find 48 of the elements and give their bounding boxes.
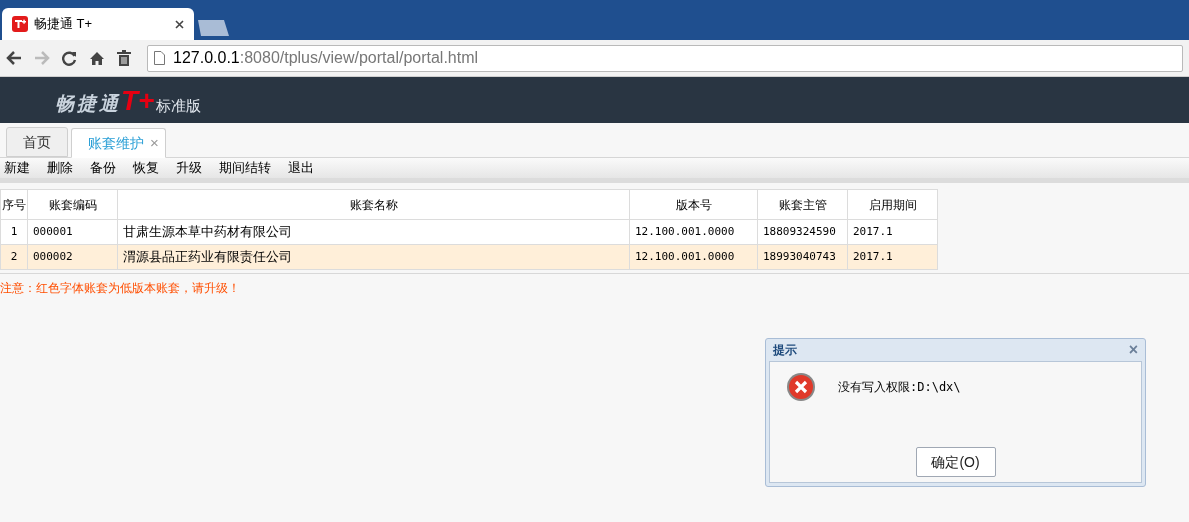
table-cell: 渭源县品正药业有限责任公司	[117, 244, 630, 270]
table-cell: 000002	[27, 244, 118, 270]
toolbar-button[interactable]: 升级	[176, 158, 202, 178]
browser-tab[interactable]: 畅捷通 T+	[2, 8, 194, 40]
table-cell: 2017.1	[847, 244, 938, 270]
app-logo-icon	[12, 16, 28, 32]
home-icon[interactable]	[89, 50, 105, 66]
dialog-message: 没有写入权限:D:\dx\	[838, 379, 961, 396]
reload-icon[interactable]	[62, 50, 77, 66]
toolbar-button[interactable]: 备份	[90, 158, 116, 178]
column-header[interactable]: 账套名称	[117, 189, 630, 220]
error-icon	[786, 372, 816, 402]
toolbar-button[interactable]: 恢复	[133, 158, 159, 178]
page-icon	[154, 51, 165, 65]
close-icon[interactable]	[175, 19, 184, 29]
trash-icon[interactable]	[117, 50, 131, 66]
page-tab[interactable]: 首页	[6, 127, 68, 157]
column-header[interactable]: 序号	[0, 189, 28, 220]
table-cell: 18809324590	[757, 219, 848, 245]
url-text: 127.0.0.1:8080/tplus/view/portal/portal.html	[173, 48, 479, 68]
table-row[interactable]: 2 000002 渭源县品正药业有限责任公司 12.100.001.0000 18993040743 2017.1	[0, 244, 938, 270]
table-cell: 12.100.001.0000	[629, 219, 758, 245]
new-tab-button[interactable]	[198, 20, 230, 36]
toolbar-button[interactable]: 期间结转	[219, 158, 271, 178]
column-header[interactable]: 账套主管	[757, 189, 848, 220]
back-icon[interactable]	[6, 51, 22, 65]
toolbar-button[interactable]: 退出	[288, 158, 314, 178]
edition-label: 标准版	[156, 98, 202, 113]
table-row[interactable]: 1 000001 甘肃生源本草中药材有限公司 12.100.001.0000 18809324590 2017.1	[0, 219, 938, 245]
table-cell: 1	[0, 219, 28, 245]
column-header[interactable]: 启用期间	[847, 189, 938, 220]
column-header[interactable]: 账套编码	[27, 189, 118, 220]
table-cell: 18993040743	[757, 244, 848, 270]
ok-button[interactable]: 确定(O)	[915, 447, 996, 477]
table-cell: 2017.1	[847, 219, 938, 245]
warning-note: 注意：红色字体账套为低版本账套，请升级！	[0, 281, 240, 295]
toolbar-button[interactable]: 删除	[47, 158, 73, 178]
table-cell: 12.100.001.0000	[629, 244, 758, 270]
brand-mark: T+	[121, 87, 155, 115]
address-bar[interactable]: 127.0.0.1:8080/tplus/view/portal/portal.html	[147, 44, 1183, 72]
toolbar-button[interactable]: 新建	[4, 158, 30, 178]
table-cell: 000001	[27, 219, 118, 245]
tab-title: 畅捷通 T+	[34, 15, 94, 34]
table-cell: 2	[0, 244, 28, 270]
dialog-title: 提示	[773, 342, 797, 359]
brand-name: 畅捷通	[55, 94, 121, 113]
column-header[interactable]: 版本号	[629, 189, 758, 220]
table-cell: 甘肃生源本草中药材有限公司	[117, 219, 630, 245]
